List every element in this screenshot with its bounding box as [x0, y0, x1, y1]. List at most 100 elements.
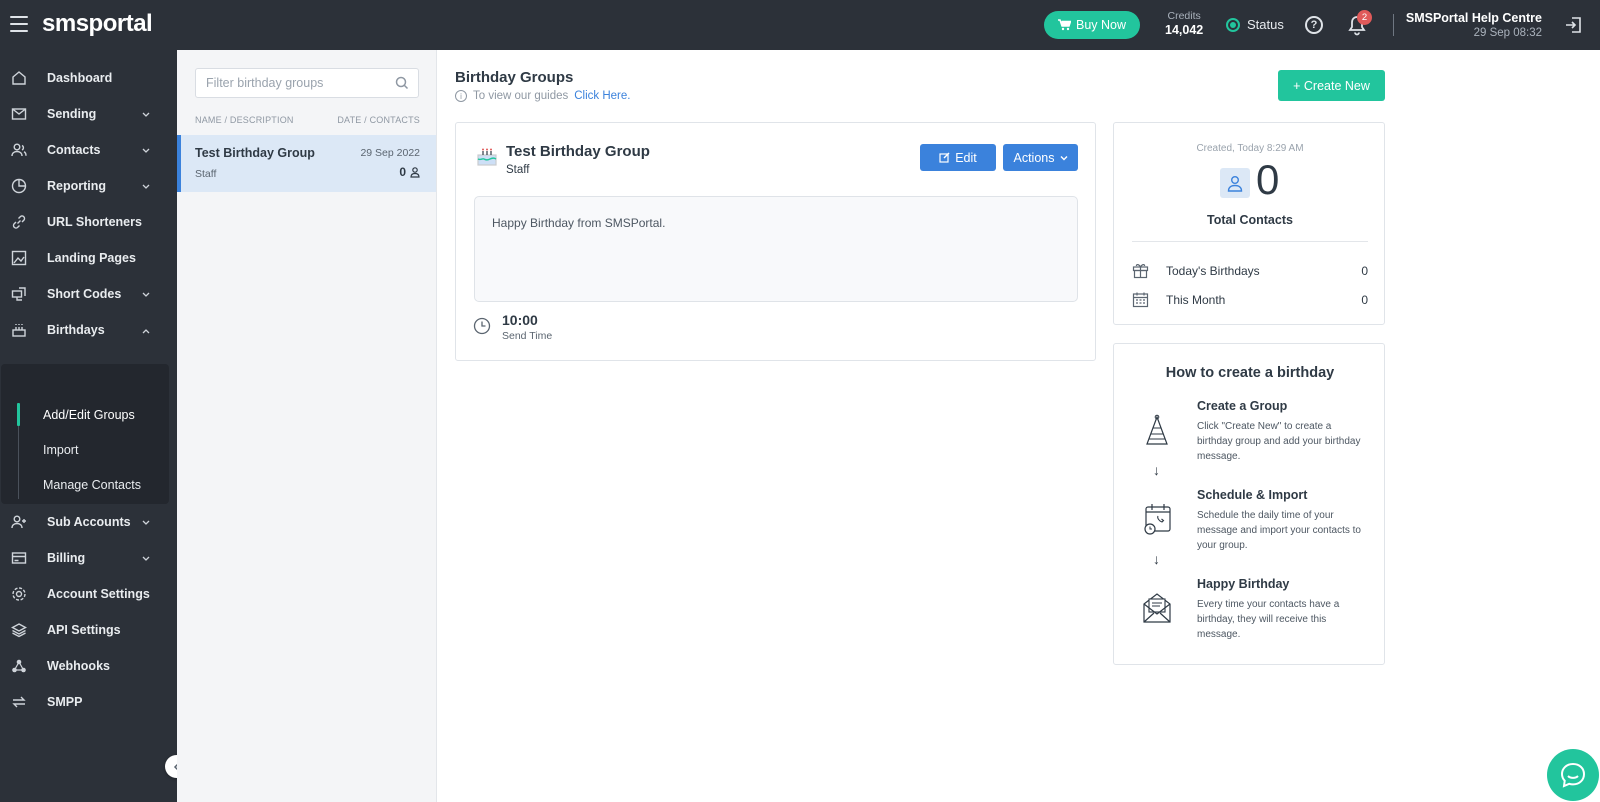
chevron-down-icon	[142, 112, 150, 117]
sidebar-item-label: Webhooks	[47, 659, 110, 673]
user-menu[interactable]: SMSPortal Help Centre 29 Sep 08:32	[1406, 11, 1542, 39]
calendar-icon	[1132, 292, 1149, 308]
filter-input[interactable]	[196, 69, 381, 97]
total-contacts-value: 0	[1256, 156, 1280, 203]
page-title: Birthday Groups	[455, 69, 574, 86]
guide-hint: i To view our guides Click Here.	[455, 90, 630, 102]
todays-birthdays-label: Today's Birthdays	[1166, 264, 1260, 278]
todays-birthdays-row: Today's Birthdays 0	[1132, 261, 1368, 281]
party-hat-icon	[1146, 414, 1168, 445]
sidebar-item-label: Dashboard	[47, 71, 113, 85]
sidebar-item-short-codes[interactable]: Short Codes	[0, 279, 177, 309]
subnav-import[interactable]: Import	[43, 443, 78, 457]
sidebar-item-billing[interactable]: Billing	[0, 543, 177, 573]
this-month-row: This Month 0	[1132, 290, 1368, 310]
credit-card-icon	[11, 552, 27, 564]
chevron-down-icon	[142, 556, 150, 561]
sidebar-item-label: Reporting	[47, 179, 107, 193]
chevron-down-icon	[1060, 155, 1067, 160]
sidebar-item-sub-accounts[interactable]: Sub Accounts	[0, 507, 177, 537]
guide-link[interactable]: Click Here.	[574, 90, 630, 102]
stats-card: Created, Today 8:29 AM 0 Total Contacts …	[1113, 122, 1385, 325]
notification-badge: 2	[1357, 10, 1372, 25]
list-item[interactable]: Test Birthday Group 29 Sep 2022 Staff 0	[177, 135, 436, 192]
buy-now-label: Buy Now	[1075, 18, 1127, 32]
step-description: Click "Create New" to create a birthday …	[1197, 421, 1361, 462]
sidebar-item-label: Sending	[47, 107, 97, 121]
sidebar-item-sending[interactable]: Sending	[0, 99, 177, 129]
actions-dropdown[interactable]: Actions	[1003, 144, 1078, 171]
menu-icon[interactable]	[10, 16, 28, 32]
logout-icon[interactable]	[1565, 16, 1583, 34]
create-new-button[interactable]: + Create New	[1278, 70, 1385, 101]
sidebar-item-label: Birthdays	[47, 323, 105, 337]
subnav-add-edit-groups[interactable]: Add/Edit Groups	[43, 408, 135, 422]
layers-icon	[11, 623, 27, 638]
step-title: Happy Birthday	[1197, 577, 1290, 591]
sidebar-item-label: API Settings	[47, 623, 121, 637]
group-date: 29 Sep 2022	[360, 147, 420, 159]
step-description: Every time your contacts have a birthday…	[1197, 599, 1340, 640]
cart-icon	[1057, 19, 1071, 31]
filter-box	[195, 68, 419, 98]
sidebar-item-dashboard[interactable]: Dashboard	[0, 63, 177, 93]
sidebar-item-label: Short Codes	[47, 287, 122, 301]
send-time: 10:00 Send Time	[502, 312, 552, 342]
sidebar-item-url-shorteners[interactable]: URL Shorteners	[0, 207, 177, 237]
message-preview: Happy Birthday from SMSPortal.	[474, 196, 1078, 302]
message-text: Happy Birthday from SMSPortal.	[492, 216, 666, 230]
webhook-icon	[12, 659, 26, 673]
sidebar-item-webhooks[interactable]: Webhooks	[0, 651, 177, 681]
chevron-up-icon	[142, 329, 150, 334]
short-code-icon	[11, 287, 26, 301]
gift-icon	[1132, 264, 1149, 279]
swap-icon	[12, 696, 26, 708]
this-month-label: This Month	[1166, 293, 1226, 307]
envelope-icon	[11, 108, 27, 120]
clock-icon	[473, 317, 491, 335]
status-button[interactable]: Status	[1226, 17, 1284, 32]
todays-birthdays-value: 0	[1361, 264, 1368, 278]
chevron-down-icon	[142, 292, 150, 297]
sidebar: Dashboard Sending Contacts Reporting URL…	[0, 50, 177, 802]
logo[interactable]: smsportal	[42, 10, 153, 38]
home-icon	[12, 71, 26, 85]
sidebar-item-api-settings[interactable]: API Settings	[0, 615, 177, 645]
actions-label: Actions	[1013, 150, 1055, 165]
divider	[1132, 241, 1368, 242]
edit-button[interactable]: Edit	[920, 144, 996, 171]
schedule-icon	[1144, 504, 1171, 535]
this-month-value: 0	[1361, 293, 1368, 307]
group-title: Test Birthday Group	[506, 143, 650, 160]
user-icon	[410, 166, 420, 178]
contacts-icon	[11, 143, 27, 157]
sidebar-item-contacts[interactable]: Contacts	[0, 135, 177, 165]
step-title: Create a Group	[1197, 399, 1288, 413]
sidebar-item-reporting[interactable]: Reporting	[0, 171, 177, 201]
user-date: 29 Sep 08:32	[1473, 27, 1542, 39]
group-description: Staff	[506, 164, 530, 176]
user-plus-icon	[11, 515, 26, 529]
sidebar-item-label: Billing	[47, 551, 86, 565]
sidebar-item-birthdays[interactable]: Birthdays	[0, 315, 177, 345]
sidebar-item-account-settings[interactable]: Account Settings	[0, 579, 177, 609]
contact-icon	[1220, 168, 1250, 198]
info-icon: i	[455, 90, 467, 102]
user-name: SMSPortal Help Centre	[1405, 11, 1542, 25]
chat-button[interactable]	[1547, 749, 1599, 801]
subnav-manage-contacts[interactable]: Manage Contacts	[43, 478, 141, 492]
link-icon	[12, 215, 26, 229]
down-arrow-icon: ↓	[1153, 551, 1160, 567]
guide-text: To view our guides	[473, 90, 569, 102]
sidebar-item-smpp[interactable]: SMPP	[0, 687, 177, 717]
group-title: Test Birthday Group	[195, 146, 315, 160]
group-contact-count: 0	[399, 165, 420, 179]
search-icon[interactable]	[395, 76, 409, 90]
edit-icon	[939, 152, 950, 163]
buy-now-button[interactable]: Buy Now	[1044, 11, 1140, 39]
how-to-card: How to create a birthday Create a Group …	[1113, 343, 1385, 665]
help-icon[interactable]: ?	[1305, 16, 1323, 34]
step-title: Schedule & Import	[1197, 488, 1308, 502]
envelope-open-icon	[1143, 593, 1171, 623]
sidebar-item-landing-pages[interactable]: Landing Pages	[0, 243, 177, 273]
